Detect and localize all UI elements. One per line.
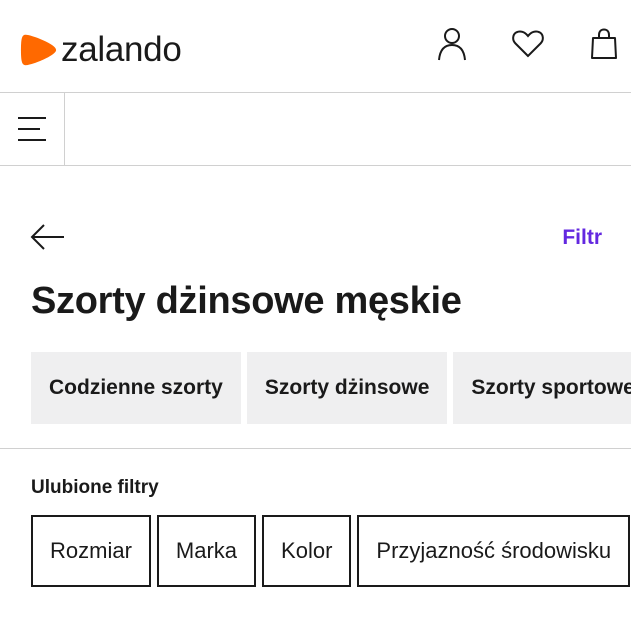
site-header: zalando bbox=[0, 0, 631, 93]
filter-button[interactable]: Filtr bbox=[562, 226, 602, 250]
category-chip[interactable]: Szorty dżinsowe bbox=[246, 352, 448, 424]
bag-icon[interactable] bbox=[586, 26, 622, 62]
favorite-filters-label: Ulubione filtry bbox=[31, 477, 159, 498]
user-icon[interactable] bbox=[434, 26, 470, 62]
zalando-logo-mark bbox=[20, 34, 57, 66]
category-chip[interactable]: Codzienne szorty bbox=[31, 352, 241, 424]
category-chips: Codzienne szorty Szorty dżinsowe Szorty … bbox=[31, 352, 631, 424]
arrow-left-icon bbox=[30, 224, 64, 250]
page-title: Szorty dżinsowe męskie bbox=[31, 280, 462, 322]
section-divider bbox=[0, 448, 631, 449]
filter-chip-size[interactable]: Rozmiar bbox=[31, 515, 151, 587]
filter-chip-sustainability[interactable]: Przyjazność środowisku bbox=[357, 515, 631, 587]
brand-name: zalando bbox=[61, 30, 182, 69]
filter-chip-color[interactable]: Kolor bbox=[262, 515, 352, 587]
filter-chip-brand[interactable]: Marka bbox=[156, 515, 257, 587]
favorite-filter-chips: Rozmiar Marka Kolor Przyjazność środowis… bbox=[31, 515, 631, 587]
menu-button[interactable] bbox=[0, 93, 65, 165]
nav-bar bbox=[0, 93, 631, 166]
heart-icon[interactable] bbox=[510, 26, 546, 62]
zalando-logo[interactable]: zalando bbox=[20, 30, 182, 70]
hamburger-icon bbox=[18, 117, 46, 141]
back-button[interactable] bbox=[28, 218, 68, 256]
category-chip[interactable]: Szorty sportowe bbox=[453, 352, 631, 424]
